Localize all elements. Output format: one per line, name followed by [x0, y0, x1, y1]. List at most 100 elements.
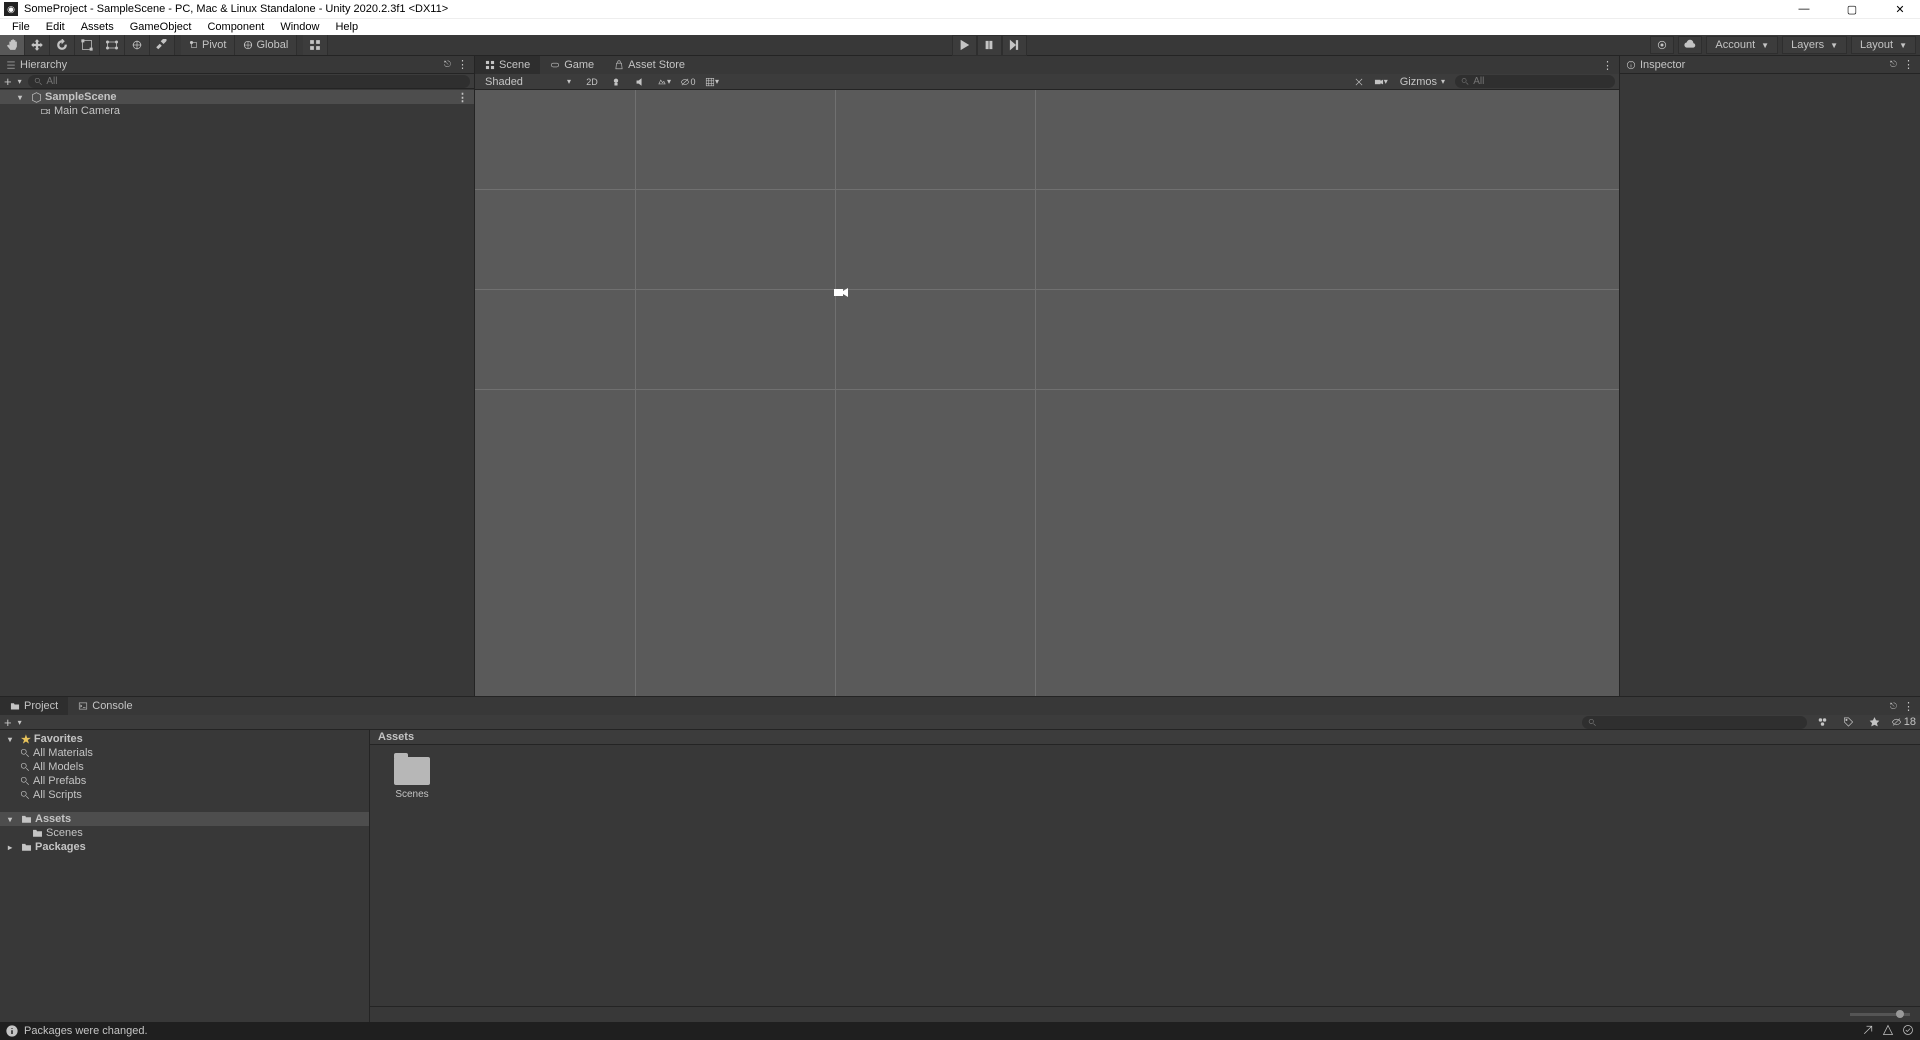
step-button[interactable] [1002, 35, 1027, 56]
create-dropdown[interactable]: + [4, 74, 12, 89]
rect-tool[interactable] [100, 35, 125, 55]
asset-grid[interactable]: Scenes [370, 745, 1920, 1006]
project-search-input[interactable] [1596, 716, 1800, 728]
hidden-count[interactable]: 18 [1891, 715, 1916, 729]
panel-lock-icon[interactable]: ⎋ [1890, 59, 1897, 70]
save-search[interactable] [1865, 715, 1885, 729]
star-icon: ★ [21, 733, 31, 746]
snap-toggle[interactable] [303, 35, 328, 55]
menu-window[interactable]: Window [272, 21, 327, 33]
expand-arrow-icon[interactable]: ▾ [18, 93, 28, 102]
play-button[interactable] [952, 35, 977, 56]
folder-icon [394, 757, 430, 785]
global-toggle[interactable]: Global [235, 35, 297, 55]
pause-button[interactable] [977, 35, 1002, 56]
lighting-toggle[interactable] [607, 75, 625, 89]
fx-toggle[interactable]: ▾ [655, 75, 673, 89]
search-icon [20, 789, 30, 801]
scene-search[interactable] [1455, 75, 1615, 88]
move-tool[interactable] [25, 35, 50, 55]
account-dropdown[interactable]: Account▼ [1706, 36, 1778, 54]
pivot-label: Pivot [202, 39, 226, 51]
menu-gameobject[interactable]: GameObject [122, 21, 200, 33]
status-bar: Packages were changed. [0, 1022, 1920, 1040]
project-search[interactable] [1582, 716, 1807, 729]
layers-dropdown[interactable]: Layers▼ [1782, 36, 1847, 54]
camera-settings[interactable]: ▾ [1372, 75, 1390, 89]
pivot-toggle[interactable]: Pivot [181, 35, 235, 55]
rotate-tool[interactable] [50, 35, 75, 55]
thumbnail-size-slider[interactable] [1850, 1013, 1910, 1016]
grid-toggle[interactable]: ▾ [703, 75, 721, 89]
scene-search-input[interactable] [1473, 76, 1609, 87]
tools-icon[interactable] [1350, 75, 1368, 89]
tab-console[interactable]: Console [68, 697, 142, 715]
hierarchy-search[interactable] [28, 75, 470, 88]
hierarchy-tab[interactable]: Hierarchy [6, 59, 67, 71]
fav-all-scripts[interactable]: All Scripts [0, 788, 369, 802]
tab-game[interactable]: Game [540, 56, 604, 74]
asset-folder-scenes[interactable]: Scenes [382, 757, 442, 800]
hidden-toggle[interactable]: 0 [679, 75, 697, 89]
tab-project[interactable]: Project [0, 697, 68, 715]
custom-tool[interactable] [150, 35, 175, 55]
chevron-down-icon: ▼ [1899, 41, 1907, 50]
folder-icon [10, 700, 20, 712]
audio-toggle[interactable] [631, 75, 649, 89]
panel-menu-icon[interactable]: ⋮ [457, 58, 468, 71]
assets-folder[interactable]: ▾ Assets [0, 812, 369, 826]
panel-lock-icon[interactable]: ⎋ [1890, 701, 1897, 712]
status-icon-2[interactable] [1882, 1024, 1894, 1039]
scene-row[interactable]: ▾ SampleScene ⋮ [0, 90, 474, 104]
hierarchy-search-input[interactable] [46, 76, 464, 87]
tab-asset-store[interactable]: Asset Store [604, 56, 695, 74]
scenes-folder[interactable]: Scenes [0, 826, 369, 840]
gizmos-dropdown[interactable]: Gizmos▾ [1394, 75, 1451, 89]
shading-dropdown[interactable]: Shaded▾ [479, 75, 577, 89]
status-icon-1[interactable] [1862, 1024, 1874, 1039]
scale-tool[interactable] [75, 35, 100, 55]
create-dropdown[interactable]: + [4, 715, 12, 730]
search-icon [20, 775, 30, 787]
packages-folder[interactable]: ▸ Packages [0, 840, 369, 854]
filter-by-label[interactable] [1839, 715, 1859, 729]
mode-2d-toggle[interactable]: 2D [583, 75, 601, 89]
panel-lock-icon[interactable]: ⎋ [444, 59, 451, 70]
menu-file[interactable]: File [4, 21, 38, 33]
folder-icon [32, 827, 43, 839]
menu-edit[interactable]: Edit [38, 21, 73, 33]
breadcrumb[interactable]: Assets [370, 730, 1920, 745]
panel-menu-icon[interactable]: ⋮ [1903, 58, 1914, 71]
minimize-button[interactable]: — [1792, 3, 1816, 16]
panel-menu-icon[interactable]: ⋮ [1602, 59, 1613, 72]
scene-viewport[interactable] [475, 90, 1619, 696]
filter-by-type[interactable] [1813, 715, 1833, 729]
inspector-tab[interactable]: Inspector [1626, 59, 1685, 71]
collab-icon[interactable] [1650, 36, 1674, 54]
cloud-icon[interactable] [1678, 36, 1702, 54]
status-message: Packages were changed. [24, 1025, 148, 1037]
scene-icon [485, 60, 495, 70]
hierarchy-panel: Hierarchy ⎋ ⋮ + ▾ ▾ SampleScene ⋮ [0, 56, 475, 696]
tab-scene[interactable]: Scene [475, 56, 540, 74]
fav-all-prefabs[interactable]: All Prefabs [0, 774, 369, 788]
chevron-down-icon[interactable]: ▾ [18, 718, 22, 727]
menu-help[interactable]: Help [327, 21, 366, 33]
layout-dropdown[interactable]: Layout▼ [1851, 36, 1916, 54]
favorites-header[interactable]: ▾ ★ Favorites [0, 732, 369, 746]
hand-tool[interactable] [0, 35, 25, 55]
row-menu-icon[interactable]: ⋮ [457, 91, 474, 104]
status-icon-3[interactable] [1902, 1024, 1914, 1039]
gameobject-row[interactable]: Main Camera [0, 104, 474, 118]
menu-assets[interactable]: Assets [73, 21, 122, 33]
chevron-down-icon[interactable]: ▾ [18, 77, 22, 86]
panel-menu-icon[interactable]: ⋮ [1903, 700, 1914, 713]
project-panel: Project Console ⎋ ⋮ + ▾ 18 ▾ ★ F [0, 696, 1920, 1022]
fav-all-materials[interactable]: All Materials [0, 746, 369, 760]
fav-all-models[interactable]: All Models [0, 760, 369, 774]
maximize-button[interactable]: ▢ [1840, 3, 1864, 16]
menu-component[interactable]: Component [199, 21, 272, 33]
camera-gizmo-icon[interactable] [833, 285, 849, 299]
close-button[interactable]: ✕ [1888, 3, 1912, 16]
transform-tool[interactable] [125, 35, 150, 55]
